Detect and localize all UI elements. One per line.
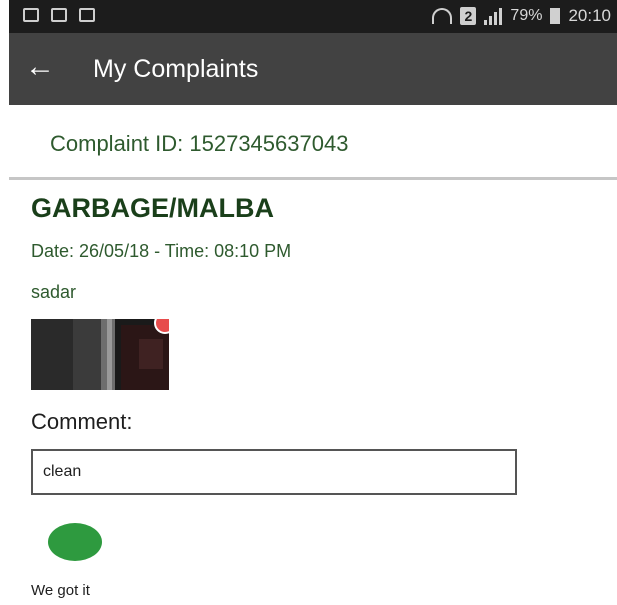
comment-label: Comment: <box>31 409 133 434</box>
complaint-category: GARBAGE/MALBA <box>31 193 274 223</box>
page-title: My Complaints <box>93 55 259 83</box>
back-arrow-icon[interactable]: ← <box>25 49 55 85</box>
battery-percent: 79% <box>510 7 543 24</box>
gallery-icon <box>23 8 39 22</box>
notification-icons <box>23 8 95 22</box>
status-text: We got it <box>31 582 90 599</box>
complaint-photo-thumbnail[interactable] <box>31 319 169 390</box>
status-bar: 2 79% 20:10 <box>9 0 617 33</box>
divider <box>9 177 617 180</box>
clock: 20:10 <box>568 6 611 25</box>
no-sim-icon <box>79 8 95 22</box>
wifi-icon <box>432 8 453 24</box>
complaint-datetime: Date: 26/05/18 - Time: 08:10 PM <box>31 241 292 261</box>
comment-input[interactable] <box>31 449 517 495</box>
sim-slot-badge: 2 <box>460 7 477 25</box>
signal-icon <box>484 7 503 25</box>
system-indicators: 2 79% 20:10 <box>432 6 611 26</box>
status-indicator-icon <box>48 523 102 561</box>
mail-icon <box>51 8 67 22</box>
photo-image <box>31 319 169 390</box>
battery-icon <box>550 8 561 24</box>
complaint-location: sadar <box>31 282 77 302</box>
app-bar: ← My Complaints <box>9 33 617 105</box>
complaint-id: Complaint ID: 1527345637043 <box>50 131 349 156</box>
